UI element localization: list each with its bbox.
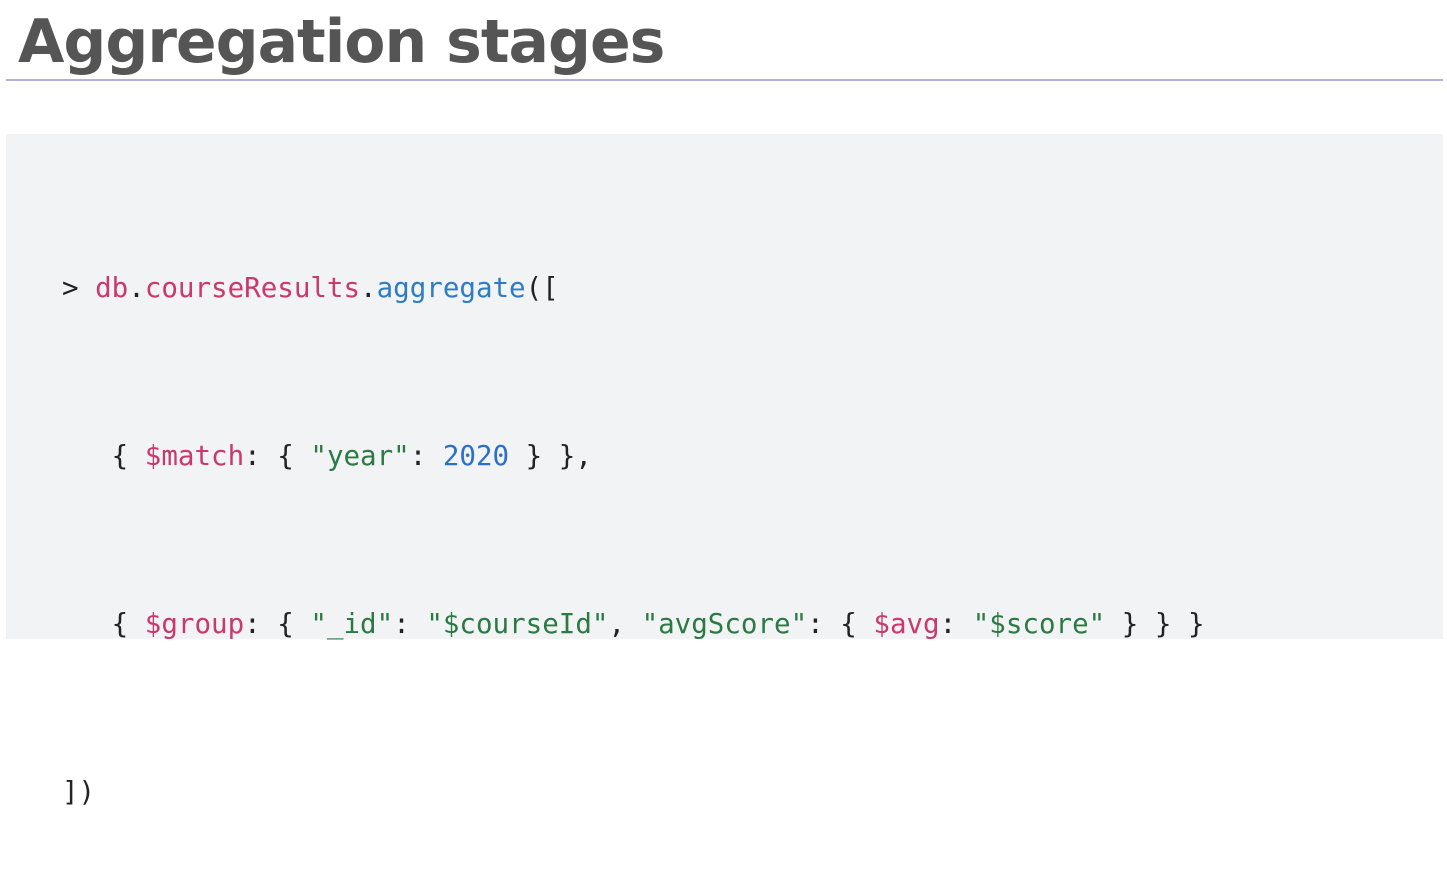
course-id-value: "$courseId": [426, 608, 609, 640]
comma: ,: [608, 608, 625, 640]
colon: :: [244, 440, 261, 472]
brace: }: [525, 440, 543, 472]
code-line-group-stage: { $group: { "_id": "$courseId", "avgScor…: [62, 596, 1205, 652]
brace: {: [111, 608, 129, 640]
pipeline-close: ]): [62, 776, 96, 808]
score-value: "$score": [972, 608, 1106, 640]
brace: }: [1188, 608, 1205, 640]
brace: {: [277, 608, 294, 640]
brace: },: [558, 440, 592, 472]
colon: :: [939, 608, 957, 640]
collection-name: courseResults: [144, 272, 361, 304]
code-line-match-stage: { $match: { "year": 2020 } },: [62, 428, 1205, 484]
brace: }: [1121, 608, 1139, 640]
year-value: 2020: [442, 440, 510, 472]
avg-score-key: "avgScore": [641, 608, 808, 640]
aggregate-method: aggregate: [376, 272, 526, 304]
code-line-aggregate-call: > db.courseResults.aggregate([: [62, 260, 1205, 316]
group-operator: $group: [144, 608, 245, 640]
title-divider: [6, 79, 1443, 81]
brace: }: [1154, 608, 1172, 640]
brace: {: [840, 608, 857, 640]
brace: {: [277, 440, 294, 472]
page-title: Aggregation stages: [18, 7, 665, 77]
match-operator: $match: [144, 440, 245, 472]
colon: :: [409, 440, 427, 472]
colon: :: [244, 608, 261, 640]
colon: :: [807, 608, 824, 640]
dot-separator: .: [128, 272, 145, 304]
code-block: > db.courseResults.aggregate([ { $match:…: [62, 148, 1205, 876]
year-key: "year": [310, 440, 410, 472]
dot-separator: .: [360, 272, 377, 304]
id-key: "_id": [310, 608, 394, 640]
colon: :: [393, 608, 410, 640]
code-line-pipeline-close: ]): [62, 764, 1205, 820]
avg-operator: $avg: [873, 608, 940, 640]
pipeline-open: ([: [525, 272, 559, 304]
shell-prompt: >: [62, 272, 79, 304]
brace: {: [111, 440, 129, 472]
db-object: db: [95, 272, 129, 304]
